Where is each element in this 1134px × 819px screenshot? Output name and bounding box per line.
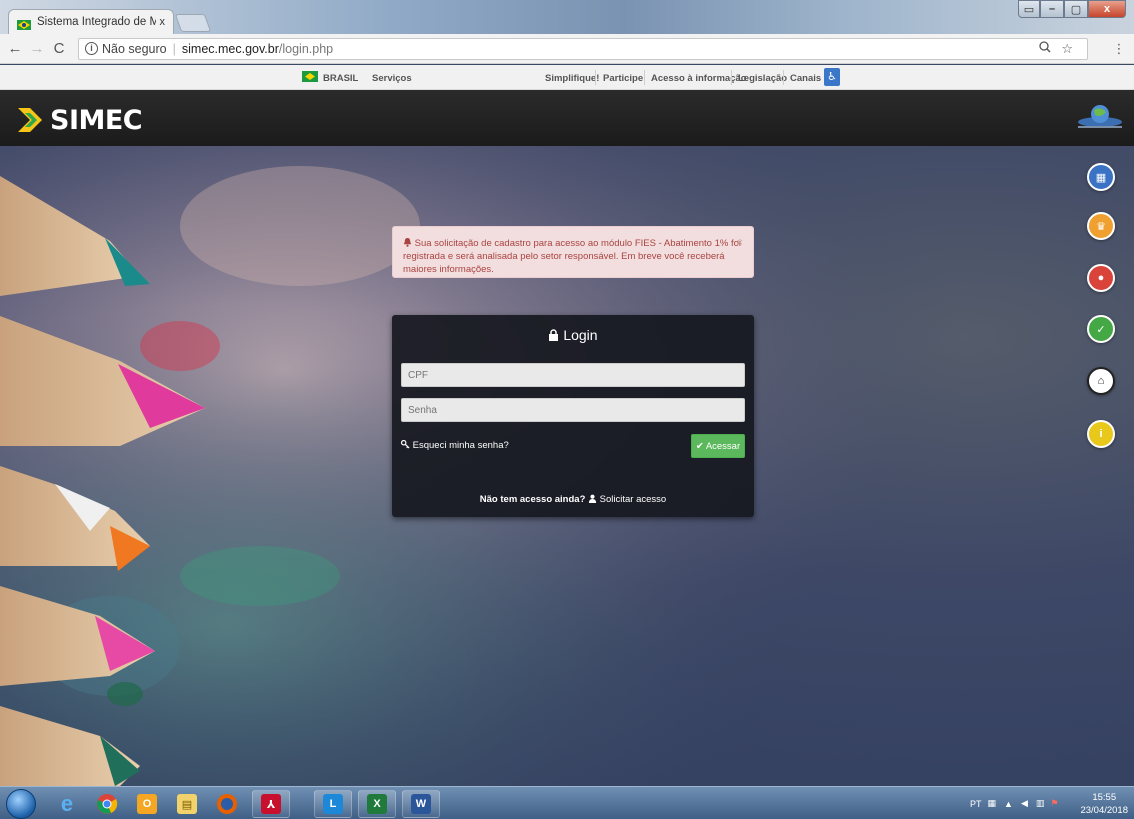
gov-bar: BRASIL Serviços Simplifique! Participe A…: [0, 65, 1134, 90]
browser-tab[interactable]: Sistema Integrado de Mo x: [8, 9, 174, 34]
close-window-button[interactable]: x: [1088, 0, 1126, 18]
checkbox-icon[interactable]: ✓: [1087, 315, 1115, 343]
simec-logo-text: SIMEC: [50, 104, 143, 136]
firefox-icon[interactable]: [208, 790, 246, 818]
no-access-row: Não tem acesso ainda? Solicitar acesso: [392, 494, 754, 505]
clock[interactable]: 15:55 23/04/2018: [1080, 791, 1128, 817]
url-host: simec.mec.gov.br: [181, 41, 279, 56]
globe-logo-icon: [1076, 100, 1124, 132]
tab-title: Sistema Integrado de Mo: [37, 16, 156, 28]
simec-header: SIMEC: [0, 90, 1134, 146]
bell-icon: [403, 238, 415, 249]
login-title: Login: [392, 327, 754, 343]
no-access-text: Não tem acesso ainda?: [479, 494, 586, 505]
acrobat-icon[interactable]: ⅄: [252, 790, 290, 818]
url-path: /login.php: [278, 41, 334, 56]
forgot-password-link[interactable]: Esqueci minha senha?: [400, 439, 509, 451]
clock-time: 15:55: [1092, 792, 1117, 803]
url-input[interactable]: i Não seguro | simec.mec.gov.br/login.ph…: [78, 37, 1088, 60]
star-icon[interactable]: ☆: [1061, 41, 1073, 57]
windows-taskbar: e O ▤ ⅄ L X W PT ▦ ▲ ◀ ▥ ⚑ 15:55 23/04/2…: [0, 786, 1134, 819]
senha-input[interactable]: [401, 398, 745, 422]
back-icon[interactable]: ←: [4, 40, 26, 57]
start-button[interactable]: [6, 789, 36, 819]
govbar-divider: [783, 70, 784, 85]
window-extra-button[interactable]: ▭: [1018, 0, 1040, 18]
info-icon[interactable]: i: [85, 42, 98, 55]
maximize-button[interactable]: ▢: [1064, 0, 1088, 18]
acessar-label: Acessar: [705, 440, 741, 452]
minimize-button[interactable]: –: [1040, 0, 1064, 18]
govbar-legislacao-link[interactable]: Legislação: [738, 73, 787, 84]
login-panel: Login Esqueci minha senha? ✔ Acessar Não…: [392, 315, 754, 517]
flag-alert-icon[interactable]: ⚑: [1050, 798, 1058, 809]
excel-icon[interactable]: X: [358, 790, 396, 818]
govbar-canais-link[interactable]: Canais: [790, 73, 821, 84]
new-tab-button[interactable]: [174, 14, 212, 32]
key-icon: [400, 439, 413, 451]
simec-chevron-icon: [16, 104, 48, 136]
tab-close-icon[interactable]: x: [160, 16, 166, 28]
chat-icon[interactable]: ●: [1087, 264, 1115, 292]
govbar-simplifique-link[interactable]: Simplifique!: [545, 73, 599, 84]
clock-date: 23/04/2018: [1080, 805, 1128, 816]
menu-icon[interactable]: ⋮: [1108, 41, 1130, 57]
volume-icon[interactable]: ◀: [1021, 798, 1028, 809]
check-icon: ✔: [695, 440, 704, 452]
alert-message: Sua solicitação de cadastro para acesso …: [403, 238, 741, 275]
reload-icon[interactable]: C: [48, 40, 70, 57]
accessibility-icon[interactable]: ♿: [824, 68, 840, 86]
govbar-servicos-link[interactable]: Serviços: [372, 73, 412, 84]
brazil-flag-icon: [302, 71, 318, 82]
trophy-icon[interactable]: ♛: [1087, 212, 1115, 240]
login-title-text: Login: [563, 327, 598, 343]
window-controls: ▭ – ▢ x: [1018, 0, 1126, 18]
govbar-divider: [644, 70, 645, 85]
keyboard-icon[interactable]: ▦: [988, 798, 997, 809]
forgot-password-text: Esqueci minha senha?: [412, 440, 509, 451]
network-icon[interactable]: ▥: [1036, 798, 1045, 809]
institution-icon[interactable]: ⌂: [1087, 367, 1115, 395]
alert-close-icon[interactable]: ×: [737, 237, 743, 250]
apps-icon[interactable]: ▦: [1087, 163, 1115, 191]
registration-alert: Sua solicitação de cadastro para acesso …: [392, 226, 754, 278]
info-circle-icon[interactable]: i: [1087, 420, 1115, 448]
outlook-icon[interactable]: O: [128, 790, 166, 818]
chrome-icon[interactable]: [88, 790, 126, 818]
zoom-icon[interactable]: [1039, 41, 1051, 56]
cpf-input[interactable]: [401, 363, 745, 387]
tray-arrow-icon[interactable]: ▲: [1004, 799, 1013, 809]
brazil-flag-icon: [17, 17, 31, 30]
security-label: Não seguro: [102, 41, 167, 56]
acessar-button[interactable]: ✔ Acessar: [691, 434, 745, 458]
simec-logo[interactable]: SIMEC: [16, 104, 143, 136]
user-icon: [588, 494, 600, 505]
url-separator: |: [172, 41, 176, 56]
request-access-link[interactable]: Solicitar acesso: [600, 494, 667, 505]
browser-tab-bar: Sistema Integrado de Mo x ▭ – ▢ x: [0, 0, 1134, 34]
lock-icon: [548, 327, 563, 343]
govbar-divider: [595, 70, 596, 85]
govbar-divider: [731, 70, 732, 85]
language-indicator[interactable]: PT: [970, 799, 982, 809]
address-bar: ← → C i Não seguro | simec.mec.gov.br/lo…: [0, 34, 1134, 64]
explorer-icon[interactable]: ▤: [168, 790, 206, 818]
govbar-participe-link[interactable]: Participe: [603, 73, 643, 84]
lync-icon[interactable]: L: [314, 790, 352, 818]
govbar-acesso-link[interactable]: Acesso à informação: [651, 73, 747, 84]
word-icon[interactable]: W: [402, 790, 440, 818]
ie-icon[interactable]: e: [48, 790, 86, 818]
govbar-brasil-link[interactable]: BRASIL: [323, 73, 358, 84]
forward-icon[interactable]: →: [26, 40, 48, 57]
